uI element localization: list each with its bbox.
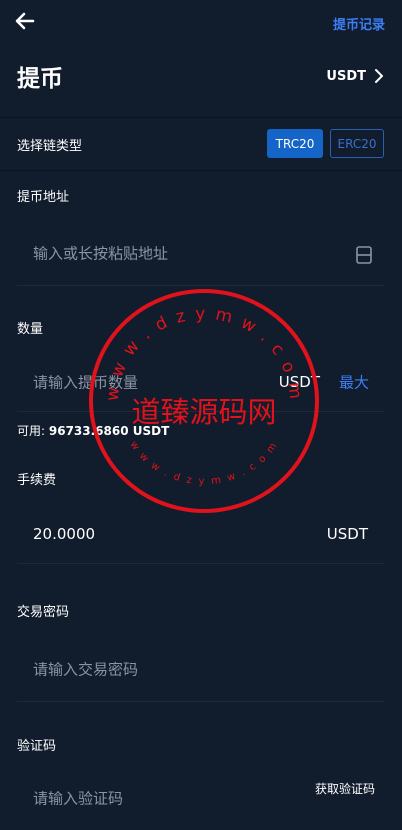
max-button[interactable]: 最大 — [339, 372, 369, 393]
address-field[interactable]: 输入或长按粘贴地址 — [17, 220, 384, 286]
divider — [0, 170, 402, 171]
withdraw-history-link[interactable]: 提币记录 — [333, 14, 385, 33]
chain-option-erc20[interactable]: ERC20 — [330, 129, 384, 158]
available-prefix: 可用: — [17, 424, 46, 438]
verify-code-field[interactable]: 请输入验证码 — [17, 770, 384, 830]
verify-code-input[interactable]: 请输入验证码 — [33, 788, 123, 809]
trade-password-label: 交易密码 — [17, 605, 70, 620]
svg-text:w w w . d z y m w . c o m: w w w . d z y m w . c o m — [128, 439, 281, 487]
arrow-left-icon[interactable] — [14, 10, 36, 32]
coin-label: USDT — [326, 68, 366, 84]
address-input[interactable]: 输入或长按粘贴地址 — [33, 243, 168, 264]
fee-field: 20.0000 USDT — [17, 504, 384, 564]
divider — [17, 285, 384, 286]
amount-label: 数量 — [17, 322, 44, 337]
page-title: 提币 — [17, 66, 63, 92]
trade-password-field[interactable]: 请输入交易密码 — [17, 636, 384, 702]
chain-type-label: 选择链类型 — [17, 139, 83, 154]
fee-unit: USDT — [326, 525, 368, 543]
coin-selector[interactable]: USDT — [326, 68, 384, 84]
divider — [17, 563, 384, 564]
amount-input[interactable]: 请输入提币数量 — [33, 372, 138, 393]
trade-password-input[interactable]: 请输入交易密码 — [33, 659, 138, 680]
chain-option-trc20[interactable]: TRC20 — [267, 129, 323, 158]
get-code-button[interactable]: 获取验证码 — [315, 780, 375, 797]
amount-field[interactable]: 请输入提币数量 USDT 最大 — [17, 352, 384, 412]
address-label: 提币地址 — [17, 190, 70, 205]
amount-unit: USDT — [278, 373, 320, 391]
scan-icon[interactable] — [356, 246, 372, 264]
top-bar: 提币记录 — [0, 0, 402, 44]
chain-type-row: 选择链类型 TRC20 ERC20 — [0, 118, 402, 170]
divider — [17, 701, 384, 702]
fee-label: 手续费 — [17, 473, 57, 488]
fee-value: 20.0000 — [33, 525, 96, 543]
available-value: 96733.6860 USDT — [48, 424, 170, 438]
watermark-ring-bottom: w w w . d z y m w . c o m — [128, 439, 279, 487]
divider — [17, 411, 384, 412]
verify-code-label: 验证码 — [17, 739, 57, 754]
available-balance: 可用: 96733.6860 USDT — [17, 422, 169, 439]
chevron-right-icon — [375, 69, 383, 83]
